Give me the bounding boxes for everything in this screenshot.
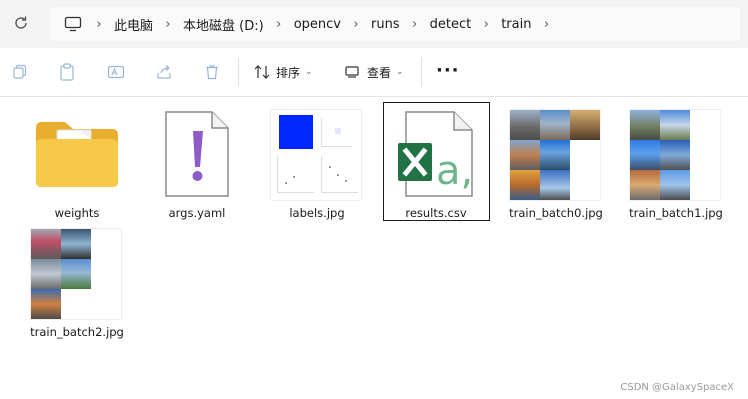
- computer-icon[interactable]: [62, 13, 84, 35]
- file-name: labels.jpg: [289, 206, 345, 220]
- file-item-selected[interactable]: a, results.csv: [383, 102, 490, 221]
- file-name: train_batch1.jpg: [629, 206, 723, 220]
- address-bar[interactable]: › 此电脑 › 本地磁盘 (D:) › opencv › runs › dete…: [50, 7, 740, 41]
- rename-icon[interactable]: [106, 62, 126, 82]
- breadcrumb-detect[interactable]: detect: [430, 17, 472, 32]
- breadcrumb-separator[interactable]: ›: [400, 17, 430, 32]
- folder-icon: [25, 106, 129, 202]
- file-name: train_batch0.jpg: [509, 206, 603, 220]
- breadcrumb-separator[interactable]: ›: [264, 17, 294, 32]
- image-thumbnail: [265, 106, 369, 202]
- breadcrumb-opencv[interactable]: opencv: [294, 17, 341, 32]
- yaml-file-icon: [145, 106, 249, 202]
- svg-text:a,: a,: [436, 148, 473, 194]
- breadcrumb-separator[interactable]: ›: [153, 17, 183, 32]
- file-item[interactable]: weights: [25, 103, 129, 223]
- sort-icon: [254, 65, 270, 79]
- view-icon: [345, 66, 359, 78]
- file-grid: weights args.yaml labels.jpg a, results.…: [0, 97, 748, 399]
- file-name: weights: [54, 206, 100, 220]
- file-item[interactable]: args.yaml: [145, 103, 249, 223]
- file-name: args.yaml: [168, 206, 226, 220]
- breadcrumb-local-disk[interactable]: 本地磁盘 (D:): [183, 15, 264, 34]
- breadcrumb-runs[interactable]: runs: [371, 17, 400, 32]
- view-label: 查看: [367, 65, 392, 80]
- sort-label: 排序: [276, 65, 301, 80]
- file-item[interactable]: labels.jpg: [265, 103, 369, 223]
- file-name: train_batch2.jpg: [30, 325, 124, 339]
- refresh-icon[interactable]: [10, 12, 32, 34]
- watermark: CSDN @GalaxySpaceX: [620, 382, 734, 393]
- address-bar-row: › 此电脑 › 本地磁盘 (D:) › opencv › runs › dete…: [0, 0, 748, 48]
- toolbar-divider: [238, 58, 239, 86]
- view-button[interactable]: 查看 ⌄: [345, 60, 404, 84]
- file-item[interactable]: train_batch0.jpg: [504, 103, 608, 223]
- chevron-down-icon: ⌄: [396, 67, 404, 77]
- image-thumbnail: [25, 225, 129, 321]
- csv-file-icon: a,: [385, 106, 489, 202]
- file-item[interactable]: train_batch2.jpg: [25, 222, 129, 342]
- breadcrumb-separator[interactable]: ›: [341, 17, 371, 32]
- breadcrumb-separator[interactable]: ›: [84, 17, 114, 32]
- command-bar: 排序 ⌄ 查看 ⌄ ···: [0, 48, 748, 97]
- delete-icon[interactable]: [202, 62, 222, 82]
- copy-icon[interactable]: [10, 62, 30, 82]
- chevron-down-icon: ⌄: [305, 67, 313, 77]
- share-icon[interactable]: [154, 62, 174, 82]
- toolbar-divider: [421, 58, 422, 86]
- breadcrumb-train[interactable]: train: [501, 17, 531, 32]
- file-item[interactable]: train_batch1.jpg: [624, 103, 728, 223]
- breadcrumb-this-pc[interactable]: 此电脑: [114, 15, 153, 34]
- breadcrumb-separator[interactable]: ›: [531, 17, 561, 32]
- sort-button[interactable]: 排序 ⌄: [254, 60, 313, 84]
- more-options-button[interactable]: ···: [436, 60, 460, 81]
- image-thumbnail: [504, 106, 608, 202]
- image-thumbnail: [624, 106, 728, 202]
- file-name: results.csv: [405, 206, 467, 220]
- paste-icon[interactable]: [57, 62, 77, 82]
- breadcrumb-separator[interactable]: ›: [471, 17, 501, 32]
